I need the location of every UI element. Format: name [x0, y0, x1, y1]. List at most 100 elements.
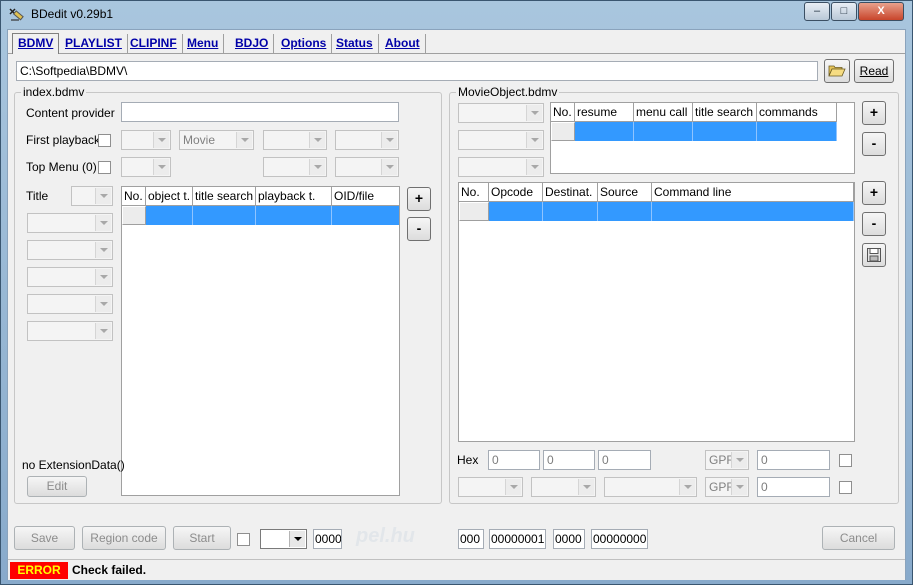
first-playback-combo-4[interactable]	[335, 130, 399, 150]
title-option-combo-1[interactable]	[27, 213, 113, 233]
region-code-button[interactable]: Region code	[82, 526, 166, 550]
movie-objects-table[interactable]: No. resume menu call title search comman…	[550, 102, 855, 174]
movieobject-combo-2[interactable]	[458, 130, 544, 150]
title-bar[interactable]: BDedit v0.29b1 – □ X	[1, 1, 912, 29]
hex-field-2[interactable]: 0	[543, 450, 595, 470]
table-cell[interactable]	[652, 202, 854, 221]
start-value-field[interactable]: 0000	[313, 529, 342, 549]
tab-menu[interactable]: Menu	[182, 34, 225, 54]
gpr-checkbox-2[interactable]	[839, 481, 852, 494]
commands-table[interactable]: No. Opcode Destinat. Source Command line	[458, 182, 855, 442]
tab-options[interactable]: Options	[276, 34, 333, 54]
column-header[interactable]: OID/file	[332, 187, 399, 206]
column-header[interactable]: playback t.	[256, 187, 332, 206]
close-button[interactable]: X	[858, 2, 904, 21]
start-button[interactable]: Start	[173, 526, 231, 550]
tab-status[interactable]: Status	[331, 34, 379, 54]
column-header[interactable]: resume	[575, 103, 634, 122]
column-header[interactable]: commands	[757, 103, 837, 122]
first-playback-checkbox[interactable]	[98, 134, 111, 147]
gpr-checkbox-1[interactable]	[839, 454, 852, 467]
title-option-combo-5[interactable]	[27, 321, 113, 341]
tab-bdmv[interactable]: BDMV	[12, 33, 60, 54]
column-header[interactable]: Source	[598, 183, 652, 202]
object-add-button[interactable]: +	[862, 101, 886, 125]
table-cell[interactable]	[146, 206, 193, 225]
column-header[interactable]: Command line	[652, 183, 854, 202]
column-header[interactable]: title search	[693, 103, 757, 122]
table-cell[interactable]	[598, 202, 652, 221]
column-header[interactable]: Opcode	[489, 183, 543, 202]
save-button[interactable]: Save	[14, 526, 75, 550]
first-playback-combo-1[interactable]	[121, 130, 171, 150]
title-option-combo-4[interactable]	[27, 294, 113, 314]
gpr-value-field-2[interactable]: 0	[757, 477, 830, 497]
command-remove-button[interactable]: -	[862, 212, 886, 236]
title-combo[interactable]	[71, 186, 113, 206]
code-field-3[interactable]: 0000	[553, 529, 585, 549]
table-row[interactable]	[459, 202, 854, 221]
tab-playlist[interactable]: PLAYLIST	[60, 34, 128, 54]
table-cell[interactable]	[757, 122, 837, 141]
path-input[interactable]: C:\Softpedia\BDMV\	[16, 61, 818, 81]
save-commands-button[interactable]	[862, 243, 886, 267]
start-checkbox[interactable]	[237, 533, 250, 546]
movieobject-combo-3[interactable]	[458, 157, 544, 177]
column-header[interactable]: title search	[193, 187, 256, 206]
row-header[interactable]	[551, 122, 575, 141]
edit-button[interactable]: Edit	[27, 476, 87, 497]
gpr-value-field-1[interactable]: 0	[757, 450, 830, 470]
index-remove-button[interactable]: -	[407, 217, 431, 241]
table-cell[interactable]	[332, 206, 399, 225]
column-header[interactable]: No.	[551, 103, 575, 122]
index-add-button[interactable]: +	[407, 187, 431, 211]
object-remove-button[interactable]: -	[862, 132, 886, 156]
code-field-1[interactable]: 000	[458, 529, 484, 549]
top-menu-checkbox[interactable]	[98, 161, 111, 174]
table-cell[interactable]	[543, 202, 598, 221]
table-cell[interactable]	[575, 122, 634, 141]
cancel-button[interactable]: Cancel	[822, 526, 895, 550]
tab-clipinf[interactable]: CLIPINF	[125, 34, 183, 54]
column-header[interactable]: No.	[122, 187, 146, 206]
start-combo[interactable]	[260, 529, 307, 549]
browse-folder-button[interactable]	[824, 59, 850, 83]
table-cell[interactable]	[634, 122, 693, 141]
table-cell[interactable]	[489, 202, 543, 221]
code-field-4[interactable]: 00000000	[591, 529, 648, 549]
table-cell[interactable]	[256, 206, 332, 225]
minimize-button[interactable]: –	[804, 2, 830, 21]
table-cell[interactable]	[193, 206, 256, 225]
operand-combo-2[interactable]	[531, 477, 596, 497]
table-row[interactable]	[122, 206, 399, 225]
read-button[interactable]: Read	[854, 59, 894, 83]
title-option-combo-3[interactable]	[27, 267, 113, 287]
row-header[interactable]	[122, 206, 146, 225]
table-cell[interactable]	[693, 122, 757, 141]
column-header[interactable]: menu call	[634, 103, 693, 122]
maximize-button[interactable]: □	[831, 2, 857, 21]
hex-field-3[interactable]: 0	[598, 450, 651, 470]
command-add-button[interactable]: +	[862, 181, 886, 205]
title-option-combo-2[interactable]	[27, 240, 113, 260]
hex-field-1[interactable]: 0	[488, 450, 540, 470]
tab-about[interactable]: About	[380, 34, 426, 54]
top-menu-combo-1[interactable]	[121, 157, 171, 177]
tab-bdjo[interactable]: BDJO	[230, 34, 275, 54]
gpr-combo-1[interactable]: GPR	[705, 450, 749, 470]
title-table[interactable]: No. object t. title search playback t. O…	[121, 186, 400, 496]
column-header[interactable]: Destinat.	[543, 183, 598, 202]
table-row[interactable]	[551, 122, 837, 141]
first-playback-type-combo[interactable]: Movie	[179, 130, 254, 150]
code-field-2[interactable]: 00000001	[489, 529, 546, 549]
top-menu-combo-2[interactable]	[263, 157, 327, 177]
operand-combo-3[interactable]	[604, 477, 697, 497]
column-header[interactable]: object t.	[146, 187, 193, 206]
content-provider-input[interactable]	[121, 102, 399, 122]
first-playback-combo-3[interactable]	[263, 130, 327, 150]
movieobject-combo-1[interactable]	[458, 103, 544, 123]
column-header[interactable]: No.	[459, 183, 489, 202]
top-menu-combo-3[interactable]	[335, 157, 399, 177]
operand-combo-1[interactable]	[458, 477, 523, 497]
gpr-combo-2[interactable]: GPR	[705, 477, 749, 497]
